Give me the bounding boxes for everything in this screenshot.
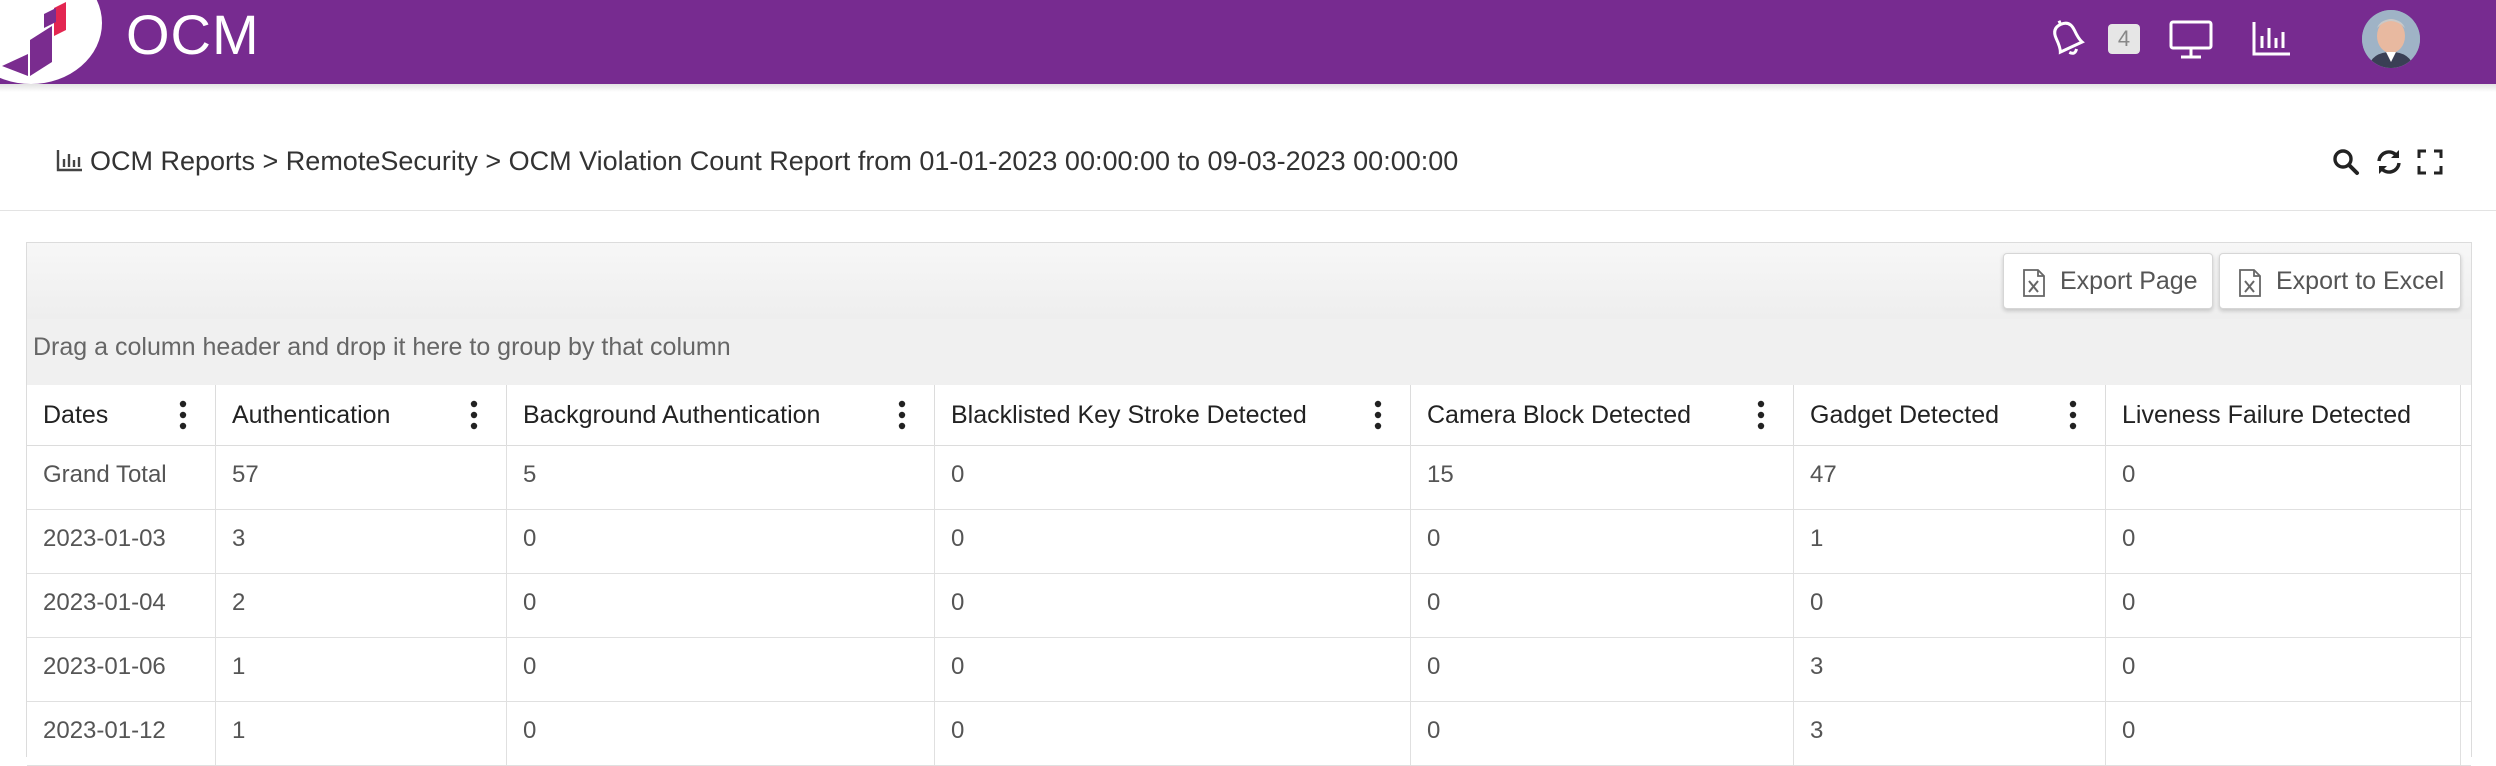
export-excel-button[interactable]: Export to Excel <box>2219 253 2461 309</box>
cell-value: 47 <box>1794 445 2106 509</box>
cell-value: 1 <box>216 701 507 765</box>
column-menu-icon[interactable] <box>1374 399 1382 431</box>
cell-value: 0 <box>507 573 935 637</box>
cell-value: 0 <box>2106 509 2461 573</box>
refresh-icon[interactable] <box>2374 148 2404 176</box>
table-row[interactable]: 2023-01-03 3 0 0 0 1 0 <box>27 509 2471 574</box>
cell-value: 57 <box>216 445 507 509</box>
header-shadow <box>0 84 2496 92</box>
cell-value: 3 <box>1794 701 2106 765</box>
excel-file-icon <box>2023 269 2045 297</box>
cell-value: 0 <box>935 701 1411 765</box>
column-header-dates[interactable]: Dates <box>27 385 216 445</box>
cell-value: 0 <box>2106 573 2461 637</box>
cell-value: 0 <box>507 509 935 573</box>
chart-icon[interactable] <box>2250 14 2294 62</box>
breadcrumb: OCM Reports > RemoteSecurity > OCM Viola… <box>90 146 1459 176</box>
notification-icon[interactable] <box>2046 14 2088 62</box>
column-header-blacklisted-key-stroke[interactable]: Blacklisted Key Stroke Detected <box>935 385 1411 445</box>
cell-date: 2023-01-06 <box>27 637 216 701</box>
report-grid: Export Page Export to Excel Drag a colum… <box>26 242 2472 766</box>
export-page-button[interactable]: Export Page <box>2003 253 2213 309</box>
cell-value: 3 <box>216 509 507 573</box>
column-header-background-authentication[interactable]: Background Authentication <box>507 385 935 445</box>
cell-value: 0 <box>507 701 935 765</box>
table-row[interactable]: 2023-01-06 1 0 0 0 3 0 <box>27 637 2471 702</box>
column-menu-icon[interactable] <box>2069 399 2077 431</box>
cell-value: 0 <box>1411 637 1794 701</box>
cell-value: 0 <box>935 573 1411 637</box>
grid-toolbar: Export Page Export to Excel <box>27 243 2471 320</box>
cell-date: Grand Total <box>27 445 216 509</box>
cell-value: 0 <box>935 509 1411 573</box>
cell-date: 2023-01-04 <box>27 573 216 637</box>
table-row[interactable]: 2023-01-04 2 0 0 0 0 0 <box>27 573 2471 638</box>
report-chart-icon <box>56 150 82 172</box>
cell-value: 3 <box>1794 637 2106 701</box>
cell-value: 0 <box>2106 637 2461 701</box>
column-menu-icon[interactable] <box>470 399 478 431</box>
cell-value: 0 <box>2106 445 2461 509</box>
grid-header-row: Dates Authentication Background Authenti… <box>27 385 2471 446</box>
cell-value: 0 <box>1411 701 1794 765</box>
user-avatar[interactable] <box>2362 10 2420 68</box>
group-by-hint: Drag a column header and drop it here to… <box>33 333 731 361</box>
column-menu-icon[interactable] <box>179 399 187 431</box>
cell-date: 2023-01-03 <box>27 509 216 573</box>
cell-value: 0 <box>507 637 935 701</box>
export-excel-label: Export to Excel <box>2276 267 2445 295</box>
cell-value: 0 <box>1411 573 1794 637</box>
cell-value: 15 <box>1411 445 1794 509</box>
group-by-panel[interactable]: Drag a column header and drop it here to… <box>27 319 2471 390</box>
cell-value: 2 <box>216 573 507 637</box>
cell-value: 0 <box>935 445 1411 509</box>
cell-date: 2023-01-12 <box>27 701 216 765</box>
notification-count-badge[interactable]: 4 <box>2108 24 2140 54</box>
column-header-label: Gadget Detected <box>1810 401 2000 429</box>
column-menu-icon[interactable] <box>1757 399 1765 431</box>
column-header-label: Background Authentication <box>523 401 821 429</box>
top-bar: OCM 4 <box>0 0 2496 84</box>
column-header-liveness-failure[interactable]: Liveness Failure Detected <box>2106 385 2461 445</box>
search-icon[interactable] <box>2332 148 2360 176</box>
cell-value: 0 <box>1794 573 2106 637</box>
column-header-label: Authentication <box>232 401 391 429</box>
cell-value: 1 <box>216 637 507 701</box>
column-header-camera-block[interactable]: Camera Block Detected <box>1411 385 1794 445</box>
divider <box>0 210 2496 211</box>
column-header-label: Blacklisted Key Stroke Detected <box>951 401 1307 429</box>
table-row[interactable]: Grand Total 57 5 0 15 47 0 <box>27 445 2471 510</box>
cell-value: 0 <box>935 637 1411 701</box>
cell-value: 0 <box>1411 509 1794 573</box>
cell-value: 5 <box>507 445 935 509</box>
column-header-authentication[interactable]: Authentication <box>216 385 507 445</box>
avatar-image <box>2362 10 2420 68</box>
column-header-label: Camera Block Detected <box>1427 401 1692 429</box>
fullscreen-icon[interactable] <box>2416 148 2444 176</box>
breadcrumb-bar: OCM Reports > RemoteSecurity > OCM Viola… <box>0 130 2496 192</box>
app-title: OCM <box>126 3 260 66</box>
column-header-label: Dates <box>43 401 109 429</box>
export-page-label: Export Page <box>2060 267 2198 295</box>
column-header-gadget-detected[interactable]: Gadget Detected <box>1794 385 2106 445</box>
logo-icon <box>2 2 66 76</box>
cell-value: 0 <box>2106 701 2461 765</box>
column-menu-icon[interactable] <box>898 399 906 431</box>
column-header-label: Liveness Failure Detected <box>2122 401 2412 429</box>
excel-file-icon <box>2239 269 2261 297</box>
table-row[interactable]: 2023-01-12 1 0 0 0 3 0 <box>27 701 2471 766</box>
monitor-icon[interactable] <box>2168 14 2214 62</box>
cell-value: 1 <box>1794 509 2106 573</box>
